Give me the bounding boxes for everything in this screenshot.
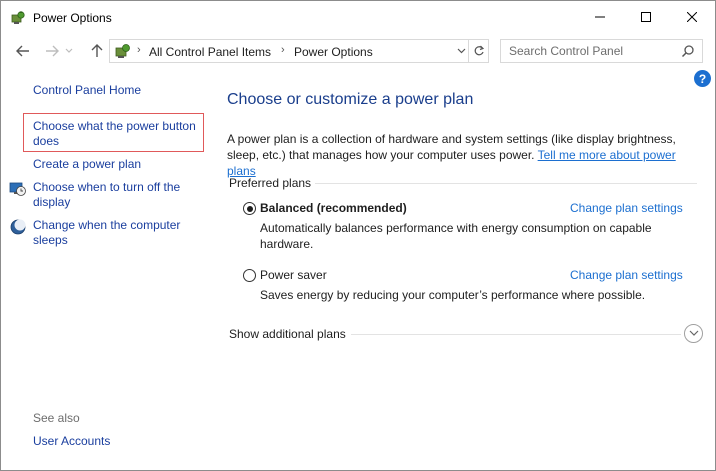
title-bar: Power Options bbox=[1, 1, 715, 35]
change-plan-settings-balanced-link[interactable]: Change plan settings bbox=[570, 201, 683, 215]
navigation-bar: › All Control Panel Items › Power Option… bbox=[1, 35, 715, 67]
sidebar-item-turn-off-display[interactable]: Choose when to turn off the display bbox=[33, 180, 203, 210]
change-plan-settings-power-saver-link[interactable]: Change plan settings bbox=[570, 268, 683, 282]
window-title: Power Options bbox=[33, 11, 112, 25]
show-additional-plans-label[interactable]: Show additional plans bbox=[229, 327, 346, 341]
search-icon[interactable] bbox=[681, 44, 695, 58]
refresh-icon[interactable] bbox=[468, 40, 489, 62]
plan-name-power-saver[interactable]: Power saver bbox=[260, 268, 327, 282]
divider bbox=[315, 183, 697, 184]
left-navigation-pane: Control Panel Home Choose what the power… bbox=[1, 67, 211, 471]
breadcrumb-separator-icon[interactable]: › bbox=[137, 44, 141, 56]
expand-chevron-icon[interactable] bbox=[684, 324, 703, 343]
divider bbox=[351, 334, 681, 335]
radio-balanced[interactable] bbox=[243, 202, 256, 215]
page-title: Choose or customize a power plan bbox=[227, 91, 474, 108]
radio-power-saver[interactable] bbox=[243, 269, 256, 282]
back-arrow-icon[interactable] bbox=[13, 41, 33, 61]
sidebar-item-power-button[interactable]: Choose what the power button does bbox=[33, 119, 201, 149]
sidebar-item-power-button-highlight: Choose what the power button does bbox=[23, 113, 204, 152]
display-schedule-icon bbox=[9, 180, 27, 198]
address-bar[interactable]: › All Control Panel Items › Power Option… bbox=[109, 39, 489, 63]
maximize-button[interactable] bbox=[623, 1, 669, 33]
plan-description-balanced: Automatically balances performance with … bbox=[260, 221, 652, 251]
search-box[interactable] bbox=[500, 39, 703, 63]
preferred-plans-heading: Preferred plans bbox=[229, 176, 312, 190]
page-description: A power plan is a collection of hardware… bbox=[227, 131, 687, 179]
main-content: Choose or customize a power plan A power… bbox=[211, 67, 715, 471]
recent-locations-chevron-icon[interactable] bbox=[63, 41, 75, 61]
breadcrumb-power-options[interactable]: Power Options bbox=[294, 45, 373, 59]
search-input[interactable] bbox=[509, 43, 679, 59]
close-button[interactable] bbox=[669, 1, 715, 33]
plan-description-power-saver: Saves energy by reducing your computer’s… bbox=[260, 288, 646, 302]
power-options-window: Power Options › All Control Panel Items … bbox=[0, 0, 716, 471]
breadcrumb-all-control-panel-items[interactable]: All Control Panel Items bbox=[149, 45, 271, 59]
address-dropdown-chevron-icon[interactable] bbox=[454, 45, 468, 57]
plan-name-balanced[interactable]: Balanced (recommended) bbox=[260, 201, 407, 215]
minimize-button[interactable] bbox=[577, 1, 623, 33]
sidebar-item-computer-sleeps[interactable]: Change when the computer sleeps bbox=[33, 218, 203, 248]
forward-arrow-icon[interactable] bbox=[42, 41, 62, 61]
control-panel-icon bbox=[114, 43, 132, 59]
control-panel-home-link[interactable]: Control Panel Home bbox=[33, 83, 141, 98]
moon-sleep-icon bbox=[9, 218, 27, 236]
see-also-heading: See also bbox=[33, 411, 80, 425]
sidebar-item-create-power-plan[interactable]: Create a power plan bbox=[33, 157, 141, 172]
breadcrumb-separator-icon[interactable]: › bbox=[281, 44, 285, 56]
user-accounts-link[interactable]: User Accounts bbox=[33, 434, 110, 449]
power-options-icon bbox=[10, 10, 26, 26]
up-arrow-icon[interactable] bbox=[87, 41, 107, 61]
